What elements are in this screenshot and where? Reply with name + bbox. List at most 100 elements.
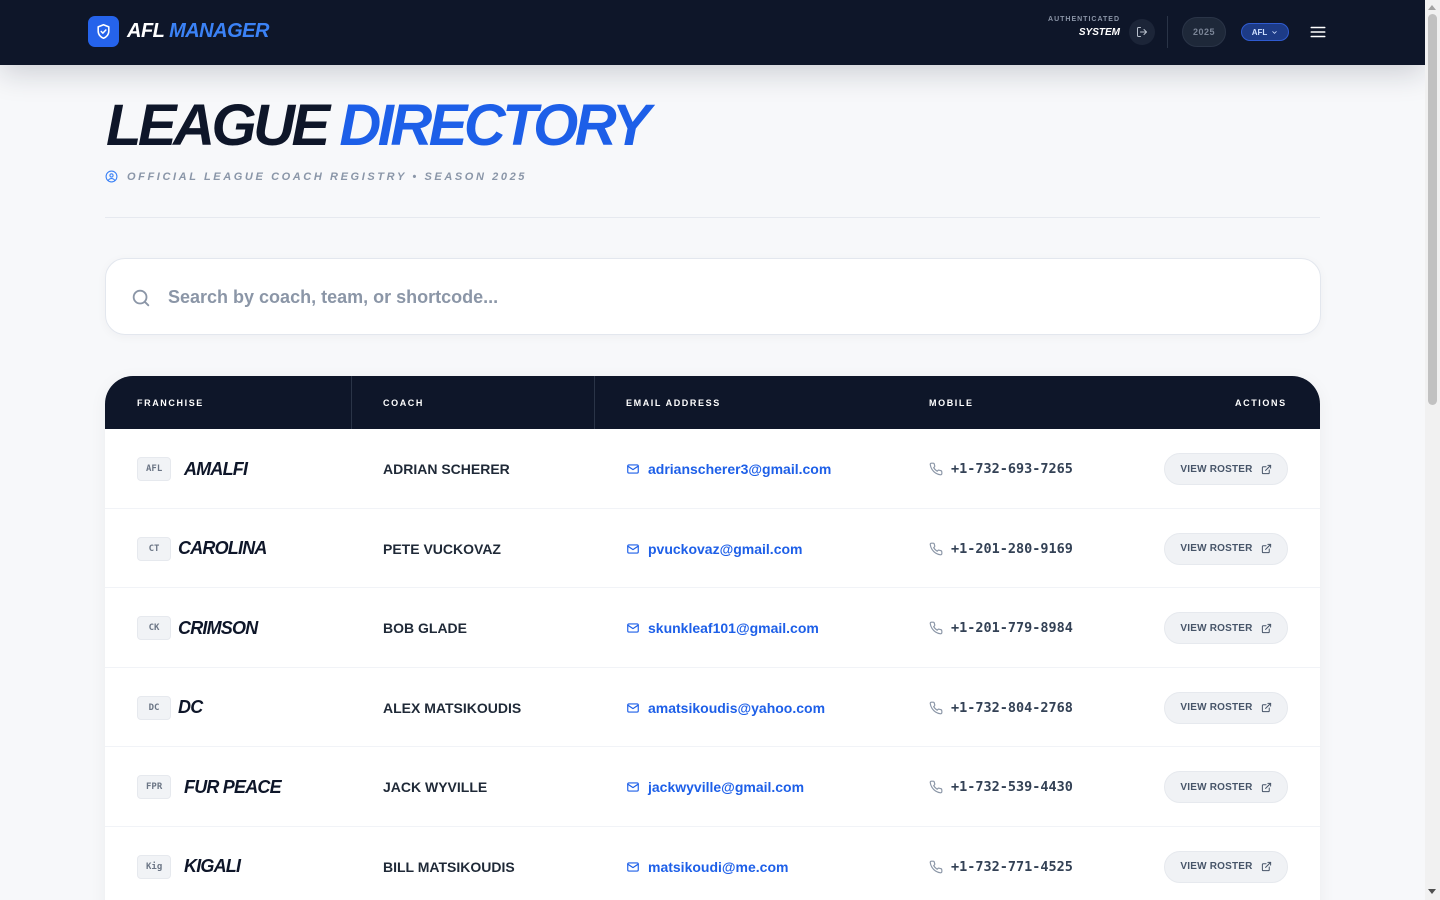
team-code-badge: CT [137,536,171,561]
view-roster-button[interactable]: VIEW ROSTER [1164,532,1288,565]
phone-number: +1-732-804-2768 [951,699,1073,716]
view-roster-button[interactable]: VIEW ROSTER [1164,612,1288,645]
email-link[interactable]: amatsikoudis@yahoo.com [648,700,825,716]
auth-user: SYSTEM [1078,27,1120,38]
email-link[interactable]: pvuckovaz@gmail.com [648,541,802,557]
view-roster-label: VIEW ROSTER [1180,702,1253,714]
email-link[interactable]: adrianscherer3@gmail.com [648,461,831,477]
phone-number: +1-732-539-4430 [951,779,1073,796]
phone-cell: +1-201-779-8984 [929,616,1073,640]
phone-cell: +1-201-280-9169 [929,537,1073,561]
coach-name: BOB GLADE [383,620,467,637]
mail-icon [627,782,639,793]
email-cell: skunkleaf101@gmail.com [626,616,819,640]
brand-primary: AFL [127,20,165,42]
phone-cell: +1-732-539-4430 [929,775,1073,799]
view-roster-button[interactable]: VIEW ROSTER [1164,771,1288,804]
brand-accent: MANAGER [169,20,269,42]
column-header-email[interactable]: EMAIL ADDRESS [626,376,721,429]
brand-name: AFL MANAGER [127,20,269,43]
top-navbar: AFL MANAGER AUTHENTICATED SYSTEM 2025 AF… [0,0,1425,65]
team-code-badge: DC [137,695,171,720]
column-header-coach[interactable]: COACH [383,376,424,429]
team-name: CAROLINA [178,538,267,559]
view-roster-label: VIEW ROSTER [1180,781,1253,793]
team-code-badge: FPR [137,775,172,800]
phone-icon [929,542,943,555]
auth-status: AUTHENTICATED SYSTEM [1040,16,1120,38]
search-input[interactable] [168,279,1268,315]
email-link[interactable]: skunkleaf101@gmail.com [648,620,819,636]
table-body: AFL AMALFI ADRIAN SCHERER adrianscherer3… [105,429,1320,900]
nav-divider [1167,16,1168,48]
view-roster-button[interactable]: VIEW ROSTER [1164,850,1288,883]
title-primary: LEAGUE [106,93,330,158]
mail-icon [627,464,639,474]
coach-name: ALEX MATSIKOUDIS [383,699,522,716]
page-scrollbar[interactable] [1425,0,1440,900]
view-roster-button[interactable]: VIEW ROSTER [1164,691,1288,724]
email-link[interactable]: jackwyville@gmail.com [648,779,804,795]
page-subtitle: OFFICIAL LEAGUE COACH REGISTRY • SEASON … [105,170,527,183]
team-name: AMALFI [184,458,248,479]
external-link-icon [1261,623,1271,633]
email-cell: adrianscherer3@gmail.com [626,457,831,481]
column-divider [351,376,352,429]
phone-number: +1-732-771-4525 [951,858,1073,875]
view-roster-label: VIEW ROSTER [1180,543,1253,555]
user-circle-icon [105,170,118,183]
column-header-mobile[interactable]: MOBILE [929,376,974,429]
team-code-badge: AFL [137,457,172,481]
hamburger-menu-icon[interactable] [1309,23,1327,41]
phone-number: +1-732-693-7265 [951,461,1073,477]
team-code-badge: Kig [137,854,172,879]
coach-name: PETE VUCKOVAZ [383,540,501,557]
team-code-badge: CK [137,616,171,641]
view-roster-label: VIEW ROSTER [1180,622,1253,634]
team-name: CRIMSON [178,617,258,638]
view-roster-label: VIEW ROSTER [1180,463,1253,475]
coach-name: ADRIAN SCHERER [383,461,510,477]
league-selector[interactable]: AFL [1241,23,1289,41]
phone-cell: +1-732-804-2768 [929,696,1073,720]
logout-button[interactable] [1129,19,1155,45]
phone-icon [929,780,943,794]
team-name: KIGALI [184,856,241,877]
search-icon [132,289,150,307]
shield-icon [88,16,119,47]
phone-icon [929,462,943,476]
column-divider [594,376,595,429]
phone-cell: +1-732-693-7265 [929,457,1073,481]
email-cell: pvuckovaz@gmail.com [626,537,802,561]
mail-icon [627,543,639,554]
email-cell: jackwyville@gmail.com [626,775,804,799]
coach-name: JACK WYVILLE [383,779,488,796]
team-name: FUR PEACE [184,776,282,797]
brand-logo[interactable]: AFL MANAGER [88,16,269,47]
scroll-up-arrow-icon[interactable] [1428,5,1436,10]
column-header-actions: ACTIONS [1235,397,1287,408]
subtitle-text: OFFICIAL LEAGUE COACH REGISTRY • SEASON … [127,170,528,183]
view-roster-label: VIEW ROSTER [1180,861,1253,873]
auth-label: AUTHENTICATED [1048,16,1120,23]
phone-cell: +1-732-771-4525 [929,855,1073,879]
external-link-icon [1261,703,1271,713]
email-link[interactable]: matsikoudi@me.com [648,859,788,875]
search-bar [105,258,1321,335]
logout-icon [1137,27,1147,37]
table-header: FRANCHISE COACH EMAIL ADDRESS MOBILE ACT… [105,376,1320,429]
season-selector[interactable]: 2025 [1182,17,1226,47]
header-divider [105,217,1320,218]
external-link-icon [1261,782,1271,793]
phone-icon [929,860,943,874]
coach-directory-table: FRANCHISE COACH EMAIL ADDRESS MOBILE ACT… [105,376,1320,900]
chevron-down-icon [1272,30,1277,34]
scroll-down-arrow-icon[interactable] [1428,889,1436,894]
mail-icon [627,703,639,713]
view-roster-button[interactable]: VIEW ROSTER [1164,453,1288,485]
external-link-icon [1261,543,1271,554]
table-row: CK CRIMSON BOB GLADE skunkleaf101@gmail.… [105,588,1320,668]
column-header-franchise[interactable]: FRANCHISE [137,376,204,429]
scrollbar-thumb[interactable] [1428,14,1437,405]
email-cell: amatsikoudis@yahoo.com [626,696,825,720]
